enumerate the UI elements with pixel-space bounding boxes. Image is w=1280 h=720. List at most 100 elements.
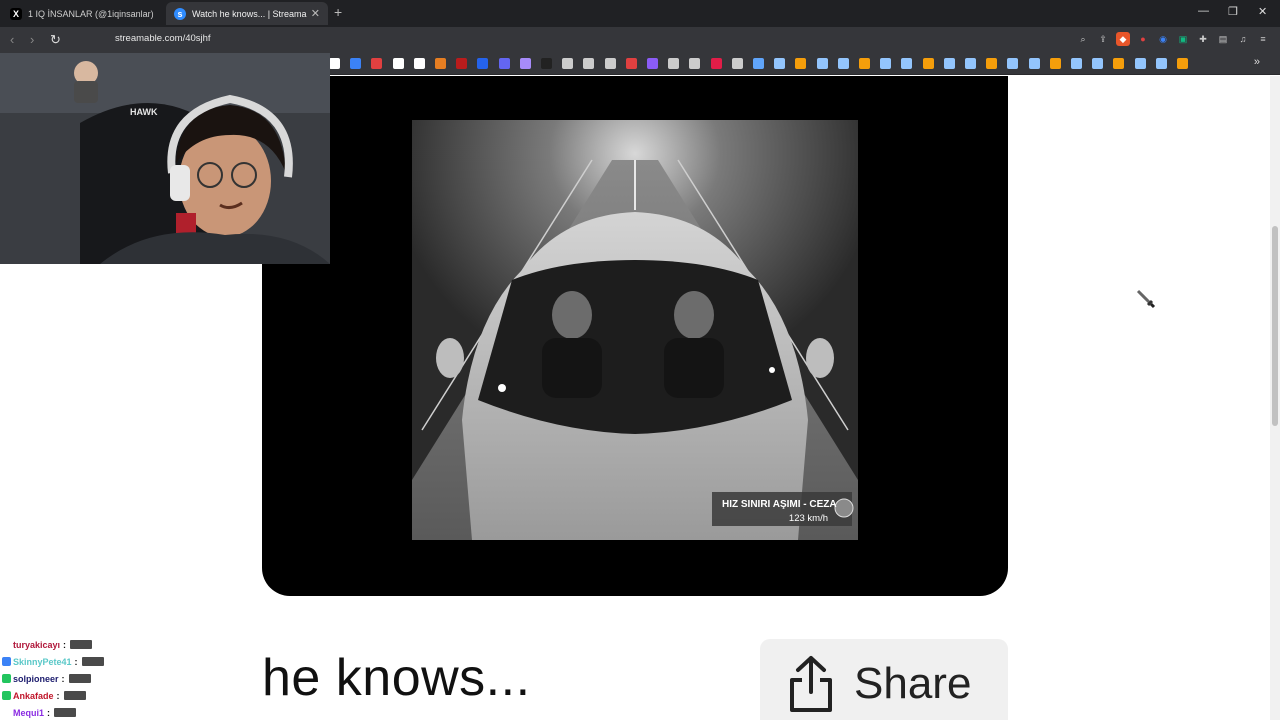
forward-button[interactable]: › (30, 32, 34, 47)
bookmark-icon[interactable] (562, 58, 574, 69)
bookmark-icon[interactable] (456, 58, 468, 69)
share-page-icon[interactable]: ⇪ (1096, 32, 1110, 46)
streamable-icon: s (174, 7, 186, 20)
close-window-button[interactable]: ✕ (1258, 5, 1267, 18)
chat-username: SkinnyPete41 (13, 656, 72, 667)
close-tab-icon[interactable]: ✕ (311, 7, 320, 20)
bookmark-icon[interactable] (604, 58, 616, 69)
chat-emote-icon (68, 674, 91, 683)
tab-title: 1 IQ İNSANLAR (@1iqinsanlar) / X (28, 8, 154, 19)
browser-toolbar: ‹ › ↻ streamable.com/40sjhf ⌕ ⇪ ◆ ● ◉ ▣ … (0, 27, 1280, 53)
steam-icon[interactable] (1155, 58, 1167, 69)
reload-button[interactable]: ↻ (50, 32, 61, 48)
restore-button[interactable]: ❐ (1228, 5, 1238, 18)
media-icon[interactable]: ♫ (1236, 32, 1250, 46)
more-bookmarks-icon[interactable]: » (1254, 56, 1260, 68)
bookmark-icon[interactable] (753, 58, 764, 69)
zoom-icon[interactable]: ⌕ (1076, 32, 1090, 46)
bookmark-icon[interactable] (392, 58, 404, 69)
back-button[interactable]: ‹ (10, 32, 14, 47)
screen: X 1 IQ İNSANLAR (@1iqinsanlar) / X s Wat… (0, 0, 1280, 720)
extension-icon[interactable]: ▣ (1176, 32, 1190, 46)
tab-x[interactable]: X 1 IQ İNSANLAR (@1iqinsanlar) / X (2, 2, 162, 25)
chat-badge-icon (2, 657, 11, 666)
video-player[interactable]: HIZ SINIRI AŞIMI - CEZA 123 km/h (262, 76, 1008, 596)
bookmark-icon[interactable] (519, 58, 531, 69)
extension-icon[interactable]: ◉ (1156, 32, 1170, 46)
bookmark-icon[interactable] (350, 58, 362, 69)
bookmark-icon[interactable] (731, 58, 743, 69)
sidebar-icon[interactable]: ▤ (1216, 32, 1230, 46)
x-icon: X (10, 7, 22, 20)
bookmark-icon[interactable] (647, 58, 658, 69)
bookmark-icon[interactable] (477, 58, 489, 69)
chat-separator: : (61, 673, 65, 684)
steam-icon[interactable] (965, 58, 976, 69)
bookmark-icon[interactable] (583, 58, 595, 69)
steam-icon[interactable] (837, 58, 849, 69)
steam-icon[interactable] (1007, 58, 1019, 69)
chat-message: Mequi1: (2, 704, 202, 720)
svg-text:HAWK: HAWK (130, 107, 158, 117)
new-tab-button[interactable]: + (334, 4, 342, 20)
bookmark-icon[interactable] (413, 58, 425, 69)
webcam-image: HAWK (0, 53, 330, 264)
puzzle-icon[interactable]: ✚ (1196, 32, 1210, 46)
brave-shield-icon[interactable]: ◆ (1116, 32, 1130, 46)
chat-message: solpioneer: (2, 670, 202, 687)
chat-emote-icon (81, 657, 104, 666)
video-overlay-title: HIZ SINIRI AŞIMI - CEZA (722, 499, 837, 510)
steam-icon[interactable] (1071, 58, 1082, 69)
steam-icon[interactable] (774, 58, 786, 69)
chat-emote-icon (63, 691, 86, 700)
steam-icon[interactable] (1134, 58, 1146, 69)
video-overlay-speed: 123 km/h (789, 513, 828, 524)
video-frame[interactable]: HIZ SINIRI AŞIMI - CEZA 123 km/h (412, 120, 858, 540)
chat-separator: : (56, 690, 60, 701)
bookmark-icon[interactable] (1177, 58, 1188, 69)
chat-username: Ankafade (13, 690, 54, 701)
bookmark-icon[interactable] (689, 58, 701, 69)
bookmark-icon[interactable] (668, 58, 680, 69)
police-badge-icon (834, 498, 854, 518)
minimize-button[interactable]: — (1198, 5, 1209, 17)
chat-username: solpioneer (13, 673, 59, 684)
bookmark-icon[interactable] (859, 58, 870, 69)
steam-icon[interactable] (1092, 58, 1104, 69)
video-title: he knows... (262, 649, 531, 707)
bookmark-icon[interactable] (986, 58, 998, 69)
tab-strip: X 1 IQ İNSANLAR (@1iqinsanlar) / X s Wat… (0, 0, 1280, 27)
bookmark-icon[interactable] (795, 58, 807, 69)
steam-icon[interactable] (1028, 58, 1040, 69)
bookmark-icon[interactable] (541, 58, 552, 69)
tab-title: Watch he knows... | Streamable (192, 8, 307, 19)
extension-icon[interactable]: ● (1136, 32, 1150, 46)
share-button[interactable]: Share (760, 639, 1008, 720)
sword-cursor-icon (1136, 289, 1156, 309)
bookmark-icon[interactable] (329, 58, 340, 69)
scrollbar-thumb[interactable] (1272, 226, 1278, 426)
bookmark-icon[interactable] (371, 58, 383, 69)
chat-badge-icon (2, 691, 11, 700)
bookmark-icon[interactable] (498, 58, 510, 69)
address-bar[interactable]: streamable.com/40sjhf (115, 33, 211, 44)
tab-streamable[interactable]: s Watch he knows... | Streamable ✕ (166, 2, 328, 25)
chat-separator: : (74, 656, 78, 667)
bookmark-icon[interactable] (625, 58, 637, 69)
toolbar-extensions: ⌕ ⇪ ◆ ● ◉ ▣ ✚ ▤ ♫ ≡ (1076, 32, 1270, 46)
bookmark-icon[interactable] (435, 58, 446, 69)
steam-icon[interactable] (901, 58, 913, 69)
steam-icon[interactable] (943, 58, 955, 69)
steam-icon[interactable] (880, 58, 892, 69)
bookmark-icon[interactable] (1049, 58, 1061, 69)
bookmark-icon[interactable] (922, 58, 934, 69)
streamer-webcam: HAWK (0, 53, 330, 264)
bookmark-icon[interactable] (1113, 58, 1125, 69)
chat-username: turyakicayı (13, 639, 61, 650)
bookmark-icon[interactable] (710, 58, 722, 69)
steam-icon[interactable] (816, 58, 828, 69)
page-scrollbar[interactable] (1270, 76, 1280, 720)
chat-username: Mequi1 (13, 707, 45, 718)
chat-emote-icon (54, 708, 77, 717)
menu-icon[interactable]: ≡ (1256, 32, 1270, 46)
